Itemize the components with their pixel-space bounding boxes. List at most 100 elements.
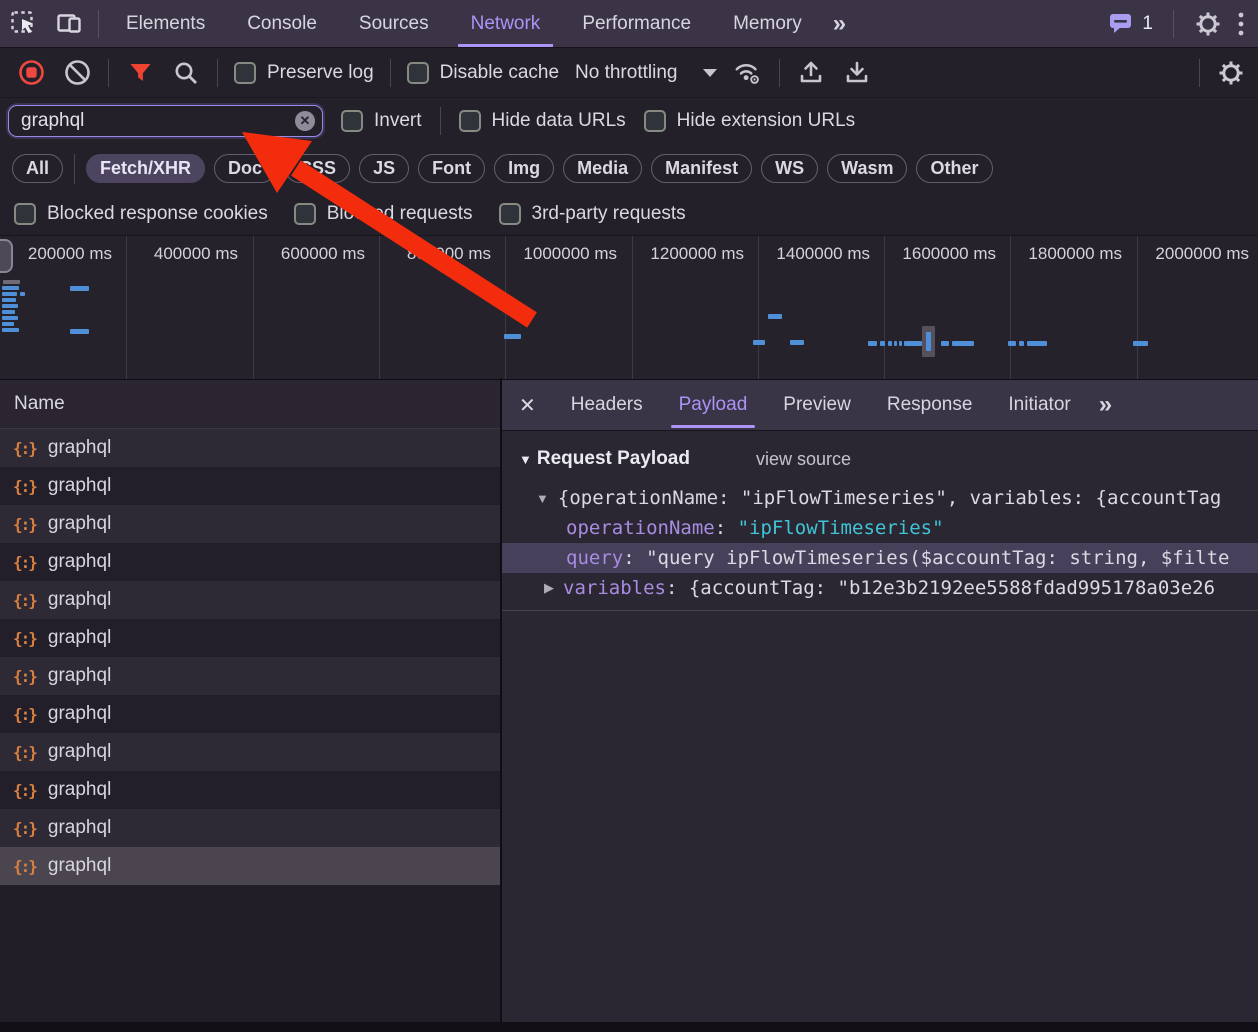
- checkbox[interactable]: [407, 62, 429, 84]
- filter-input-box[interactable]: ✕: [8, 105, 323, 137]
- device-toolbar-icon[interactable]: [46, 0, 92, 47]
- request-row[interactable]: {:}graphql: [0, 695, 500, 733]
- divider: [779, 59, 780, 87]
- timeline-request-bar: [1027, 341, 1047, 346]
- chip-other[interactable]: Other: [916, 154, 992, 183]
- tab-memory[interactable]: Memory: [712, 0, 823, 47]
- network-settings-gear-icon[interactable]: [1216, 56, 1246, 90]
- tab-network[interactable]: Network: [450, 0, 562, 47]
- json-request-icon: {:}: [13, 857, 36, 876]
- chip-manifest[interactable]: Manifest: [651, 154, 752, 183]
- chip-js[interactable]: JS: [359, 154, 409, 183]
- tab-preview[interactable]: Preview: [765, 380, 869, 430]
- payload-row-operation-name[interactable]: operationName: "ipFlowTimeseries": [502, 513, 1258, 543]
- timeline-gridline: [632, 236, 633, 379]
- record-network-log-icon[interactable]: [16, 56, 46, 90]
- payload-summary-line[interactable]: ▼ {operationName: "ipFlowTimeseries", va…: [502, 483, 1258, 513]
- clear-network-log-icon[interactable]: [62, 56, 92, 90]
- chip-all[interactable]: All: [12, 154, 63, 183]
- timeline-request-bar: [888, 341, 892, 346]
- settings-gear-icon[interactable]: [1194, 10, 1222, 38]
- request-row[interactable]: {:}graphql: [0, 809, 500, 847]
- checkbox[interactable]: [644, 110, 666, 132]
- window-bottom-edge: [0, 1022, 1258, 1032]
- tab-initiator[interactable]: Initiator: [990, 380, 1088, 430]
- request-row[interactable]: {:}graphql: [0, 505, 500, 543]
- close-icon[interactable]: ✕: [502, 393, 553, 418]
- extra-filters-row: Blocked response cookies Blocked request…: [0, 192, 1258, 235]
- request-row[interactable]: {:}graphql: [0, 543, 500, 581]
- triangle-right-icon: ▶: [544, 580, 554, 596]
- blocked-response-cookies-checkbox[interactable]: Blocked response cookies: [14, 203, 268, 225]
- tab-console[interactable]: Console: [226, 0, 338, 47]
- kebab-menu-icon[interactable]: [1236, 11, 1246, 37]
- chip-wasm[interactable]: Wasm: [827, 154, 907, 183]
- chip-img[interactable]: Img: [494, 154, 554, 183]
- request-row[interactable]: {:}graphql: [0, 847, 500, 885]
- tab-sources[interactable]: Sources: [338, 0, 450, 47]
- payload-value: "query ipFlowTimeseries($accountTag: str…: [646, 547, 1229, 569]
- view-source-link[interactable]: view source: [756, 449, 851, 470]
- request-row[interactable]: {:}graphql: [0, 581, 500, 619]
- tab-headers[interactable]: Headers: [553, 380, 661, 430]
- clear-filter-icon[interactable]: ✕: [295, 111, 315, 131]
- chip-font[interactable]: Font: [418, 154, 485, 183]
- triangle-down-icon: ▼: [536, 491, 549, 506]
- checkbox[interactable]: [459, 110, 481, 132]
- preserve-log-checkbox[interactable]: Preserve log: [234, 62, 374, 84]
- request-row[interactable]: {:}graphql: [0, 733, 500, 771]
- payload-row-variables[interactable]: ▶ variables: {accountTag: "b12e3b2192ee5…: [502, 573, 1258, 603]
- network-conditions-icon[interactable]: [733, 56, 763, 90]
- disable-cache-checkbox[interactable]: Disable cache: [407, 62, 559, 84]
- more-detail-tabs-icon[interactable]: »: [1089, 391, 1122, 419]
- blocked-requests-checkbox[interactable]: Blocked requests: [294, 203, 473, 225]
- chip-doc[interactable]: Doc: [214, 154, 276, 183]
- timeline-request-bar: [2, 328, 19, 332]
- payload-value: {accountTag: "b12e3b2192ee5588fdad995178…: [689, 577, 1215, 599]
- checkbox[interactable]: [14, 203, 36, 225]
- inspect-element-icon[interactable]: [0, 0, 46, 47]
- invert-checkbox[interactable]: Invert: [341, 110, 422, 132]
- checkbox[interactable]: [341, 110, 363, 132]
- checkbox[interactable]: [499, 203, 521, 225]
- hide-data-urls-checkbox[interactable]: Hide data URLs: [459, 110, 626, 132]
- request-row[interactable]: {:}graphql: [0, 657, 500, 695]
- chip-ws[interactable]: WS: [761, 154, 818, 183]
- third-party-requests-checkbox[interactable]: 3rd-party requests: [499, 203, 686, 225]
- import-har-icon[interactable]: [796, 56, 826, 90]
- request-row[interactable]: {:}graphql: [0, 619, 500, 657]
- json-request-icon: {:}: [13, 439, 36, 458]
- checkbox[interactable]: [234, 62, 256, 84]
- tab-elements[interactable]: Elements: [105, 0, 226, 47]
- tab-response[interactable]: Response: [869, 380, 991, 430]
- search-icon[interactable]: [171, 56, 201, 90]
- tab-payload[interactable]: Payload: [661, 380, 766, 430]
- chip-css[interactable]: CSS: [285, 154, 350, 183]
- blocked-requests-label: Blocked requests: [327, 203, 473, 225]
- timeline-request-bar: [2, 286, 19, 290]
- divider: [440, 107, 441, 135]
- payload-row-query[interactable]: query: "query ipFlowTimeseries($accountT…: [502, 543, 1258, 573]
- checkbox[interactable]: [294, 203, 316, 225]
- chip-fetch-xhr[interactable]: Fetch/XHR: [86, 154, 205, 183]
- preserve-log-label: Preserve log: [267, 62, 374, 84]
- export-har-icon[interactable]: [842, 56, 872, 90]
- timeline-tick-label: 1800000 ms: [1012, 244, 1122, 264]
- filter-icon[interactable]: [125, 56, 155, 90]
- tab-performance[interactable]: Performance: [561, 0, 712, 47]
- throttling-select[interactable]: No throttling: [575, 62, 717, 84]
- hide-extension-urls-checkbox[interactable]: Hide extension URLs: [644, 110, 855, 132]
- issues-icon[interactable]: [1108, 11, 1134, 36]
- request-row[interactable]: {:}graphql: [0, 771, 500, 809]
- more-tabs-icon[interactable]: »: [823, 10, 856, 38]
- filter-input[interactable]: [19, 109, 295, 133]
- request-row[interactable]: {:}graphql: [0, 467, 500, 505]
- name-column-header[interactable]: Name: [0, 380, 500, 429]
- request-row[interactable]: {:}graphql: [0, 429, 500, 467]
- timeline-gridline: [253, 236, 254, 379]
- request-payload-section[interactable]: ▼ Request Payload view source: [519, 448, 1258, 470]
- chip-media[interactable]: Media: [563, 154, 642, 183]
- request-name: graphql: [48, 665, 111, 687]
- payload-key: variables: [563, 577, 666, 599]
- network-overview-timeline[interactable]: 200000 ms400000 ms600000 ms800000 ms1000…: [0, 235, 1258, 381]
